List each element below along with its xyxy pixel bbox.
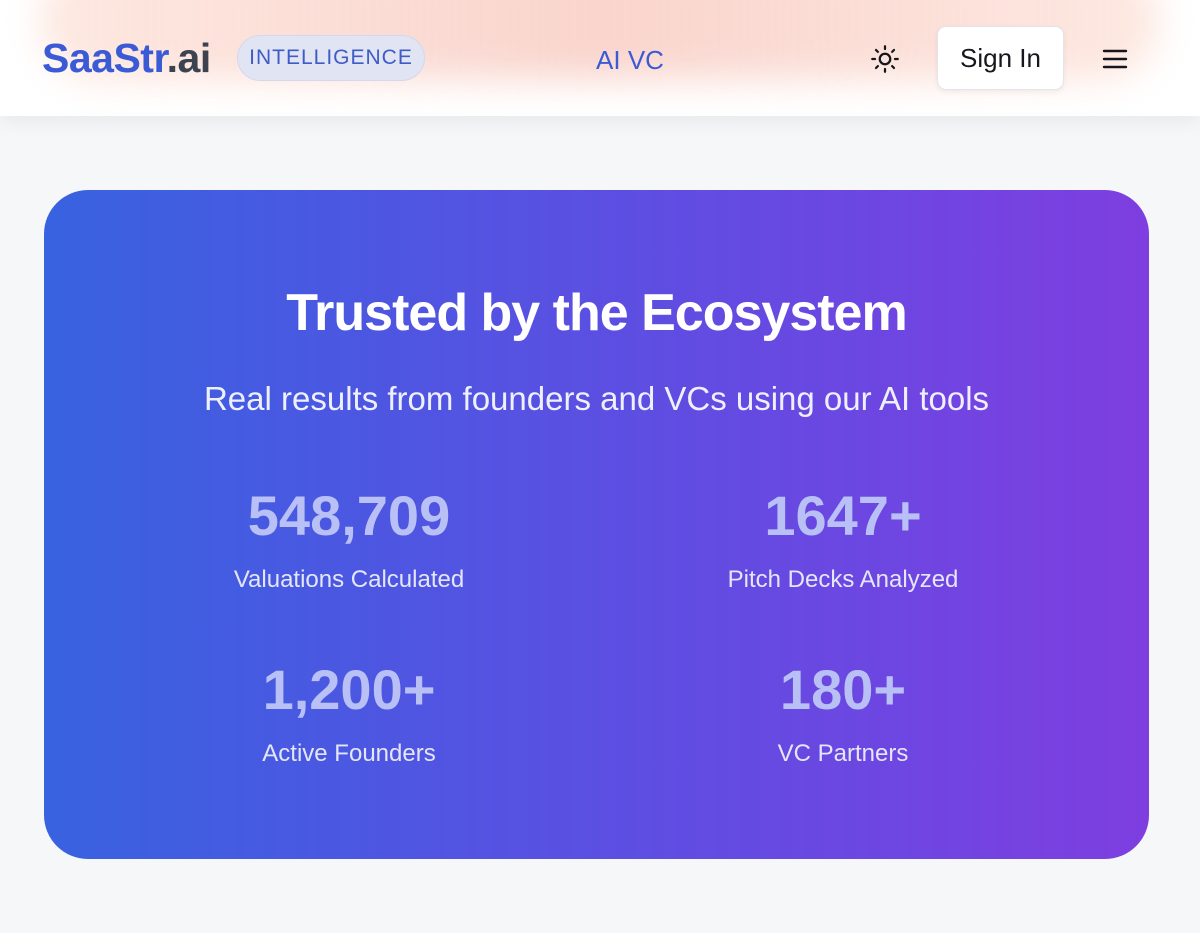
- top-navigation-bar: SaaStr.ai INTELLIGENCE AI VC Sign In: [0, 0, 1200, 116]
- sign-in-button[interactable]: Sign In: [937, 26, 1064, 90]
- stats-title: Trusted by the Ecosystem: [286, 284, 907, 342]
- logo-tld-text: .ai: [166, 35, 212, 81]
- stat-value-founders: 1,200+: [262, 658, 436, 721]
- nav-link-ai-vc[interactable]: AI VC: [560, 43, 700, 77]
- stat-label-pitch-decks: Pitch Decks Analyzed: [727, 566, 959, 593]
- stat-value-pitch-decks: 1647+: [764, 484, 922, 547]
- stat-label-vc-partners: VC Partners: [777, 740, 909, 767]
- sun-icon: [871, 45, 899, 73]
- logo[interactable]: SaaStr.ai: [42, 34, 211, 82]
- stat-value-vc-partners: 180+: [779, 658, 907, 721]
- theme-toggle-button[interactable]: [866, 40, 904, 78]
- logo-brand-text: SaaStr: [42, 35, 167, 81]
- stat-label-founders: Active Founders: [262, 740, 436, 767]
- stat-value-valuations: 548,709: [247, 484, 451, 547]
- stats-subtitle: Real results from founders and VCs using…: [203, 380, 990, 417]
- intelligence-badge: INTELLIGENCE: [237, 35, 425, 81]
- hamburger-menu-icon: [1102, 49, 1128, 69]
- stat-label-valuations: Valuations Calculated: [233, 566, 465, 593]
- page: SaaStr.ai INTELLIGENCE AI VC Sign In Tru…: [0, 0, 1200, 933]
- menu-button[interactable]: [1096, 40, 1134, 78]
